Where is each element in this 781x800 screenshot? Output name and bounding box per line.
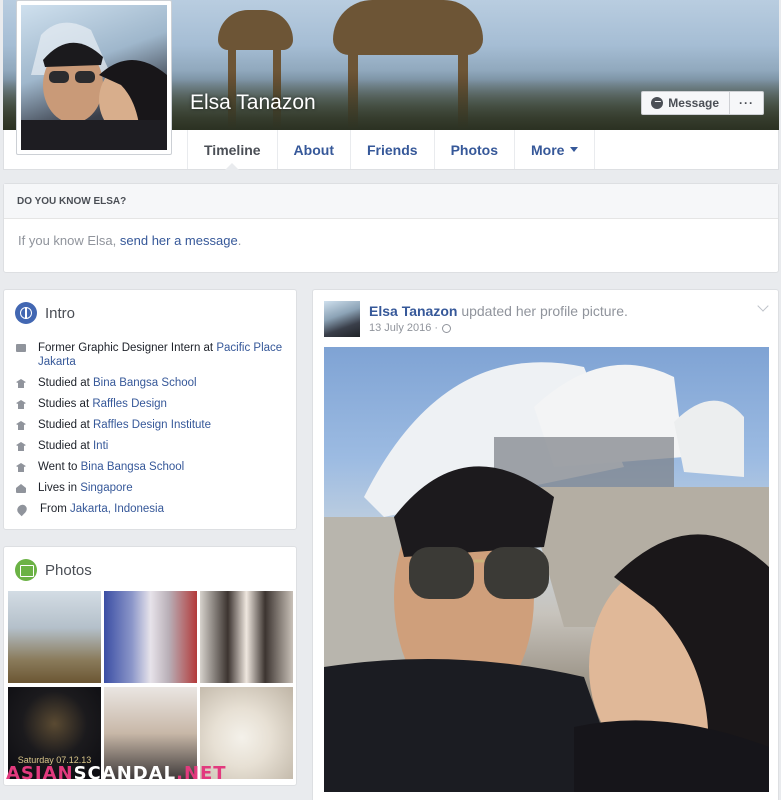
intro-item-education: Studied at Bina Bangsa School <box>16 376 284 390</box>
intro-item-prefix: Former Graphic Designer Intern at <box>38 342 217 354</box>
graduation-cap-icon <box>16 442 26 451</box>
profile-tabs: Timeline About Friends Photos More <box>187 130 596 170</box>
tab-label: Friends <box>366 141 418 158</box>
intro-item-text: Former Graphic Designer Intern at Pacifi… <box>38 341 284 369</box>
graduation-cap-icon <box>16 463 26 472</box>
tab-photos[interactable]: Photos <box>435 130 516 169</box>
watermark-part: .NET <box>176 763 227 784</box>
post-meta: 13 July 2016 · <box>369 322 452 334</box>
photo-thumbnail[interactable] <box>8 591 101 683</box>
intro-item-prefix: Studies at <box>38 398 93 410</box>
intro-item-prefix: Went to <box>38 461 81 473</box>
intro-item-link[interactable]: Inti <box>93 440 108 452</box>
intro-title: Intro <box>4 290 296 324</box>
photos-title[interactable]: Photos <box>4 547 296 581</box>
post-photo[interactable] <box>324 347 769 792</box>
post-action: updated her profile picture. <box>457 303 628 319</box>
watermark-logo: ASIANSCANDAL.NET <box>6 763 227 784</box>
caret-down-icon <box>570 147 579 152</box>
profile-picture[interactable] <box>16 0 172 155</box>
intro-item-lives: Lives in Singapore <box>16 481 284 495</box>
location-pin-icon <box>15 502 29 517</box>
tab-about[interactable]: About <box>278 130 351 169</box>
tab-label: Timeline <box>204 141 261 158</box>
post-date[interactable]: 13 July 2016 · <box>369 322 438 334</box>
watermark-part: ASIAN <box>6 763 74 784</box>
intro-card: Intro Former Graphic Designer Intern at … <box>3 289 297 530</box>
intro-item-prefix: From <box>40 503 71 515</box>
intro-item-link[interactable]: Bina Bangsa School <box>81 461 185 473</box>
intro-item-text: Studies at Raffles Design <box>38 397 167 411</box>
cover-camel <box>218 10 293 50</box>
send-message-link[interactable]: send her a message <box>120 233 238 248</box>
watermark-part: SCANDAL <box>73 763 177 784</box>
tab-label: About <box>293 141 334 158</box>
intro-list: Former Graphic Designer Intern at Pacifi… <box>4 324 296 517</box>
intro-item-prefix: Studied at <box>38 419 93 431</box>
house-icon <box>16 484 26 493</box>
do-you-know-prefix: If you know Elsa, <box>18 233 120 248</box>
do-you-know-panel: DO YOU KNOW ELSA? If you know Elsa, send… <box>3 183 779 273</box>
tab-label: More <box>531 141 565 158</box>
profile-picture-image <box>21 5 167 150</box>
tab-more[interactable]: More <box>515 130 596 169</box>
message-button-label: Message <box>668 96 719 110</box>
graduation-cap-icon <box>16 379 26 388</box>
intro-item-text: Studied at Inti <box>38 439 108 453</box>
post-author-link[interactable]: Elsa Tanazon <box>369 303 457 319</box>
photo-icon <box>15 559 37 581</box>
briefcase-icon <box>16 344 26 352</box>
photo-thumbnail[interactable] <box>104 591 197 683</box>
tab-friends[interactable]: Friends <box>351 130 435 169</box>
intro-item-work: Former Graphic Designer Intern at Pacifi… <box>16 341 284 369</box>
intro-item-link[interactable]: Raffles Design <box>92 398 167 410</box>
intro-item-text: Studied at Bina Bangsa School <box>38 376 197 390</box>
public-globe-icon <box>442 323 452 333</box>
post-author-avatar[interactable] <box>324 301 360 337</box>
intro-item-link[interactable]: Jakarta, Indonesia <box>70 503 164 515</box>
intro-title-label: Intro <box>45 304 76 322</box>
intro-item-text: Studied at Raffles Design Institute <box>38 418 211 432</box>
intro-item-text: From Jakarta, Indonesia <box>40 502 164 516</box>
profile-picture-art <box>21 22 167 150</box>
profile-name[interactable]: Elsa Tanazon <box>190 91 316 115</box>
more-options-button[interactable]: ··· <box>730 91 764 115</box>
intro-item-link[interactable]: Singapore <box>80 482 132 494</box>
cover-camel <box>333 0 483 55</box>
intro-item-from: From Jakarta, Indonesia <box>15 502 284 517</box>
graduation-cap-icon <box>16 421 26 430</box>
post-options-chevron-icon[interactable] <box>757 300 769 312</box>
do-you-know-text: If you know Elsa, send her a message. <box>4 219 778 262</box>
intro-item-link[interactable]: Raffles Design Institute <box>93 419 211 431</box>
intro-item-education: Went to Bina Bangsa School <box>16 460 284 474</box>
intro-item-education: Studies at Raffles Design <box>16 397 284 411</box>
intro-item-link[interactable]: Bina Bangsa School <box>93 377 197 389</box>
photos-title-label: Photos <box>45 561 92 579</box>
intro-item-text: Went to Bina Bangsa School <box>38 460 184 474</box>
tab-timeline[interactable]: Timeline <box>187 130 278 170</box>
message-button[interactable]: Message <box>641 91 730 115</box>
photos-card: Photos Saturday 07.12.13 <box>3 546 297 786</box>
post-card: Elsa Tanazon updated her profile picture… <box>312 289 779 800</box>
post-header: Elsa Tanazon updated her profile picture… <box>369 303 628 319</box>
do-you-know-heading: DO YOU KNOW ELSA? <box>4 184 778 219</box>
intro-item-education: Studied at Raffles Design Institute <box>16 418 284 432</box>
photo-thumbnail[interactable] <box>200 591 293 683</box>
cover-actions: Message ··· <box>641 91 764 115</box>
intro-item-prefix: Studied at <box>38 377 93 389</box>
post-photo-art <box>324 362 769 792</box>
globe-icon <box>15 302 37 324</box>
messenger-icon <box>651 97 664 109</box>
do-you-know-suffix: . <box>237 233 242 248</box>
graduation-cap-icon <box>16 400 26 409</box>
intro-item-text: Lives in Singapore <box>38 481 133 495</box>
intro-item-prefix: Lives in <box>38 482 81 494</box>
photo-grid: Saturday 07.12.13 <box>8 591 294 779</box>
intro-item-education: Studied at Inti <box>16 439 284 453</box>
tab-label: Photos <box>450 141 499 158</box>
intro-item-prefix: Studied at <box>38 440 93 452</box>
